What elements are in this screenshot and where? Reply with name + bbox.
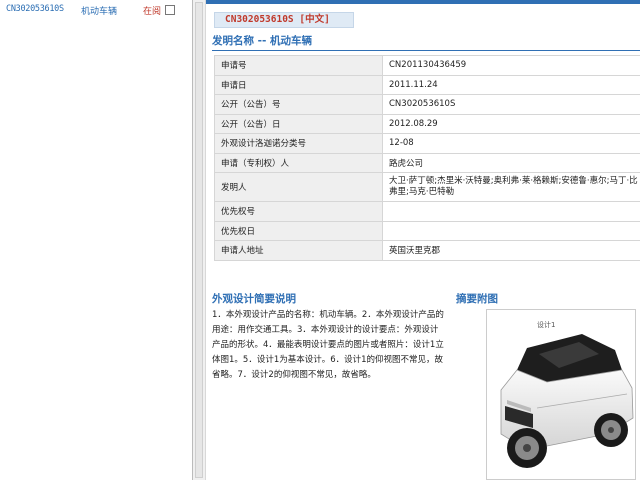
header-bar	[206, 0, 640, 4]
field-value: CN201130436459	[382, 55, 640, 76]
car-illustration	[500, 334, 634, 468]
field-value	[382, 201, 640, 222]
table-row: 外观设计洛迦诺分类号 12-08	[214, 133, 640, 154]
result-list-panel: CN302053610S 机动车辆 在阅	[0, 0, 192, 480]
field-label: 优先权日	[214, 220, 383, 241]
field-value: CN302053610S	[382, 94, 640, 115]
field-label: 申请（专利权）人	[214, 152, 383, 173]
table-row: 公开（公告）号 CN302053610S	[214, 94, 640, 115]
result-number-link[interactable]: CN302053610S	[6, 4, 64, 14]
result-title-link[interactable]: 机动车辆	[81, 4, 117, 17]
field-value: 2012.08.29	[382, 113, 640, 134]
field-value: 2011.11.24	[382, 74, 640, 95]
table-row: 申请日 2011.11.24	[214, 74, 640, 95]
bibliographic-table: 申请号 CN201130436459 申请日 2011.11.24 公开（公告）…	[214, 55, 640, 261]
abstract-drawing-heading: 摘要附图	[456, 293, 498, 305]
field-value: 英国沃里克郡	[382, 240, 640, 261]
field-label: 公开（公告）日	[214, 113, 383, 134]
field-label: 公开（公告）号	[214, 94, 383, 115]
read-status-label: 在阅	[143, 7, 162, 17]
table-row: 公开（公告）日 2012.08.29	[214, 113, 640, 134]
field-value: 路虎公司	[382, 152, 640, 173]
select-checkbox[interactable]	[165, 5, 175, 15]
field-label: 优先权号	[214, 201, 383, 222]
table-row: 申请（专利权）人 路虎公司	[214, 152, 640, 173]
divider	[212, 50, 640, 51]
field-label: 外观设计洛迦诺分类号	[214, 133, 383, 154]
table-row: 申请号 CN201130436459	[214, 55, 640, 76]
abstract-drawing-image[interactable]: 设计1	[486, 309, 636, 480]
table-row: 发明人 大卫·萨丁顿;杰里米·沃特曼;奥利弗·莱·格赖斯;安德鲁·惠尔;马丁·比…	[214, 172, 640, 202]
detail-panel: CN302053610S [中文] 发明名称 -- 机动车辆 申请号 CN201…	[206, 0, 640, 480]
design-description-text: 1．本外观设计产品的名称：机动车辆。2．本外观设计产品的用途：用作交通工具。3．…	[212, 310, 444, 380]
field-label: 发明人	[214, 172, 383, 202]
field-label: 申请日	[214, 74, 383, 95]
field-label: 申请人地址	[214, 240, 383, 261]
result-list-item[interactable]: CN302053610S 机动车辆 在阅	[6, 4, 191, 18]
inventor-list: 大卫·萨丁顿;杰里米·沃特曼;奥利弗·莱·格赖斯;安德鲁·惠尔;马丁·比弗里;马…	[389, 176, 638, 197]
design-description-heading: 外观设计简要说明	[212, 293, 296, 305]
invention-title: 发明名称 -- 机动车辆	[212, 35, 313, 47]
field-value	[382, 220, 640, 241]
table-row: 申请人地址 英国沃里克郡	[214, 240, 640, 261]
vertical-scrollbar[interactable]	[192, 0, 206, 480]
table-row: 优先权日	[214, 220, 640, 241]
field-value: 大卫·萨丁顿;杰里米·沃特曼;奥利弗·莱·格赖斯;安德鲁·惠尔;马丁·比弗里;马…	[382, 172, 640, 202]
document-tab[interactable]: CN302053610S [中文]	[214, 12, 354, 28]
field-label: 申请号	[214, 55, 383, 76]
scrollbar-thumb[interactable]	[195, 2, 203, 478]
field-value: 12-08	[382, 133, 640, 154]
table-row: 优先权号	[214, 201, 640, 222]
